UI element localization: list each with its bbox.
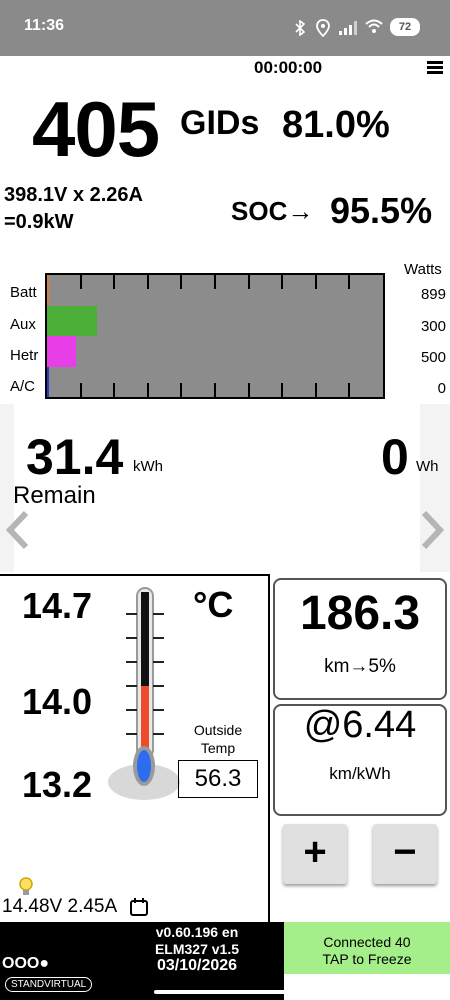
bar-label-batt: Batt xyxy=(10,284,37,301)
bar-grid-tick-top xyxy=(80,275,82,289)
power-bar-hetr xyxy=(47,336,76,367)
watermark-logo: STANDVIRTUAL xyxy=(5,977,93,992)
signal-icon xyxy=(339,21,357,35)
bar-grid-tick-top xyxy=(348,275,350,289)
location-icon xyxy=(316,19,330,37)
power-bar-graph xyxy=(45,273,385,399)
bar-grid-tick-bottom xyxy=(180,383,182,397)
chevron-left-icon[interactable] xyxy=(4,510,30,550)
bar-label-ac: A/C xyxy=(10,378,36,395)
temp-mid: 14.0 xyxy=(22,681,93,722)
wh-unit: Wh xyxy=(416,458,439,475)
power-bar-ac xyxy=(47,366,49,397)
clock: 11:36 xyxy=(24,17,65,34)
temp-high: 14.7 xyxy=(22,585,93,626)
outside-label-line2: Temp xyxy=(200,740,236,756)
home-indicator[interactable] xyxy=(154,990,294,994)
voltage-current: 398.1V x 2.26A xyxy=(4,184,143,206)
efficiency-unit: km/kWh xyxy=(329,764,391,783)
bar-grid-tick-top xyxy=(248,275,250,289)
bar-grid-tick-top xyxy=(147,275,149,289)
calendar-icon xyxy=(130,898,148,916)
bar-grid-tick-top xyxy=(113,275,115,289)
temp-low: 13.2 xyxy=(22,764,93,805)
wh-value: 0 xyxy=(381,429,409,485)
bar-grid-tick-top xyxy=(214,275,216,289)
connection-status-button[interactable]: Connected 40 TAP to Freeze xyxy=(284,922,450,974)
hamburger-menu-icon[interactable] xyxy=(427,61,443,75)
version-info: v0.60.196 en ELM327 v1.5 xyxy=(138,924,256,958)
aux-battery-readout: 14.48V 2.45A xyxy=(2,896,118,917)
soc-label: SOC→ xyxy=(231,196,314,226)
range-sub: km→5% xyxy=(324,656,396,677)
version-line1: v0.60.196 en xyxy=(155,924,239,940)
bar-grid-tick-top xyxy=(281,275,283,289)
battery-icon: 72 xyxy=(390,18,420,36)
bar-label-aux: Aux xyxy=(10,316,36,333)
thermometer-icon xyxy=(108,587,180,800)
remain-kwh-unit: kWh xyxy=(133,458,163,475)
remain-label: Remain xyxy=(13,482,96,509)
bar-grid-tick-bottom xyxy=(80,383,82,397)
connection-dots: OOO● xyxy=(2,955,49,972)
bar-grid-tick-bottom xyxy=(281,383,283,397)
version-line2: ELM327 v1.5 xyxy=(154,941,240,957)
plus-button[interactable]: + xyxy=(283,824,347,884)
outside-label-line1: Outside xyxy=(193,722,243,738)
connection-line2: TAP to Freeze xyxy=(322,951,412,967)
bar-grid-tick-top xyxy=(315,275,317,289)
gids-percent: 81.0% xyxy=(282,104,390,146)
gids-label: GIDs xyxy=(180,104,260,142)
soc-value: 95.5% xyxy=(330,190,433,231)
watts-header: Watts xyxy=(404,261,442,278)
status-bar: 11:36 72 xyxy=(0,0,450,56)
lightbulb-icon xyxy=(19,877,33,895)
efficiency-value: @6.44 xyxy=(303,704,417,746)
outside-temp-label: Outside Temp xyxy=(180,721,256,757)
footer-date: 03/10/2026 xyxy=(156,957,238,974)
bar-value-hetr: 500 xyxy=(420,349,446,366)
temp-unit: °C xyxy=(193,584,234,625)
bar-grid-tick-bottom xyxy=(315,383,317,397)
power-bar-batt xyxy=(47,275,49,306)
outside-temp-value: 56.3 xyxy=(178,760,258,798)
connection-line1: Connected 40 xyxy=(323,934,411,950)
bar-grid-tick-bottom xyxy=(248,383,250,397)
bar-label-hetr: Hetr xyxy=(10,347,39,364)
remain-kwh-value: 31.4 xyxy=(26,429,124,485)
bar-grid-tick-bottom xyxy=(147,383,149,397)
bar-value-batt: 899 xyxy=(420,286,446,303)
bluetooth-icon xyxy=(295,20,306,36)
bar-value-aux: 300 xyxy=(420,318,446,335)
bar-grid-tick-bottom xyxy=(348,383,350,397)
bar-grid-tick-top xyxy=(180,275,182,289)
power-kw: =0.9kW xyxy=(4,211,74,233)
range-value: 186.3 xyxy=(299,587,421,640)
bar-grid-tick-bottom xyxy=(113,383,115,397)
bar-value-ac: 0 xyxy=(437,380,446,397)
power-bar-aux xyxy=(47,305,98,336)
minus-button[interactable]: − xyxy=(373,824,437,884)
wifi-icon xyxy=(365,19,383,33)
gids-value: 405 xyxy=(32,85,160,173)
chevron-right-icon[interactable] xyxy=(420,510,446,550)
trip-timer: 00:00:00 xyxy=(254,58,323,77)
bar-grid-tick-bottom xyxy=(214,383,216,397)
